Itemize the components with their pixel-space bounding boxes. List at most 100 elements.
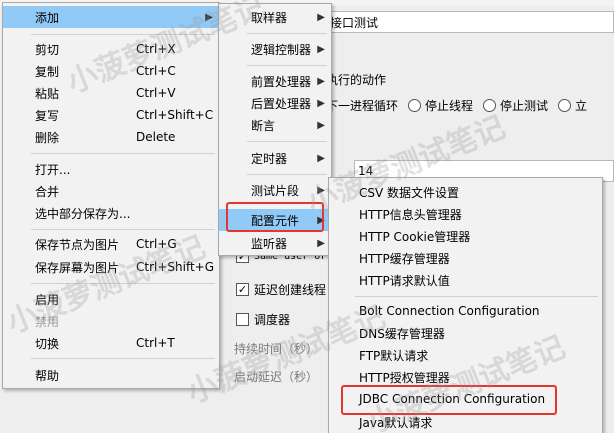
menu-item-add[interactable]: 添加 ▶: [3, 6, 219, 28]
chevron-right-icon: ▶: [317, 184, 325, 196]
submenu-item-post-processor[interactable]: 后置处理器 ▶: [219, 92, 331, 114]
thread-count-value: 14: [358, 164, 374, 178]
menu-item-paste[interactable]: 粘贴 Ctrl+V: [3, 82, 219, 104]
context-menu: 添加 ▶ 剪切 Ctrl+X 复制 Ctrl+C 粘贴 Ctrl+V 复写 Ct…: [2, 2, 220, 389]
menu-separator: [31, 283, 215, 284]
menu-item-label: 前置处理器: [251, 74, 312, 89]
checkbox-checked-icon: ✓: [236, 283, 249, 296]
submenu-item-test-fragment[interactable]: 测试片段 ▶: [219, 179, 331, 201]
submenu-item-pre-processor[interactable]: 前置处理器 ▶: [219, 70, 331, 92]
config-item-http-cache-manager[interactable]: HTTP缓存管理器: [329, 247, 602, 269]
radio-stop-test-label: 停止测试: [500, 99, 549, 113]
config-item-dns-cache-manager[interactable]: DNS缓存管理器: [329, 322, 602, 344]
chevron-right-icon: ▶: [317, 97, 325, 109]
menu-item-disable: 禁用: [3, 310, 219, 332]
menu-item-label: 定时器: [251, 151, 288, 166]
submenu-item-timer[interactable]: 定时器 ▶: [219, 147, 331, 169]
menu-item-help[interactable]: 帮助: [3, 364, 219, 386]
menu-separator: [31, 358, 215, 359]
menu-item-shortcut: Ctrl+X: [136, 42, 176, 56]
menu-item-label: FTP默认请求: [359, 348, 429, 363]
menu-item-shortcut: Ctrl+G: [136, 237, 177, 251]
config-item-http-request-defaults[interactable]: HTTP请求默认值: [329, 269, 602, 291]
menu-item-label: HTTP缓存管理器: [359, 251, 450, 266]
menu-item-save-node-image[interactable]: 保存节点为图片 Ctrl+G: [3, 233, 219, 255]
menu-item-label: 删除: [35, 130, 60, 145]
radio-stop-test[interactable]: 停止测试: [483, 97, 548, 114]
menu-item-duplicate[interactable]: 复写 Ctrl+Shift+C: [3, 104, 219, 126]
radio-circle-icon: [483, 99, 497, 112]
menu-separator: [355, 296, 598, 297]
radio-stop-now[interactable]: 立: [558, 97, 587, 114]
menu-item-toggle[interactable]: 切换 Ctrl+T: [3, 332, 219, 354]
radio-next-loop[interactable]: 下一进程循环: [326, 97, 398, 114]
delay-thread-creation-label: 延迟创建线程: [254, 283, 327, 297]
menu-item-shortcut: Ctrl+T: [136, 336, 175, 350]
menu-item-label: 选中部分保存为...: [35, 206, 131, 221]
menu-item-open[interactable]: 打开...: [3, 158, 219, 180]
radio-next-loop-label: 下一进程循环: [326, 99, 399, 113]
menu-item-shortcut: Ctrl+Shift+C: [136, 108, 214, 122]
config-item-ftp-request-defaults[interactable]: FTP默认请求: [329, 344, 602, 366]
menu-item-label: 测试片段: [251, 183, 300, 198]
menu-item-cut[interactable]: 剪切 Ctrl+X: [3, 38, 219, 60]
menu-separator: [247, 141, 327, 142]
config-item-http-cookie-manager[interactable]: HTTP Cookie管理器: [329, 225, 602, 247]
menu-item-shortcut: Ctrl+Shift+G: [136, 260, 215, 274]
menu-item-label: 剪切: [35, 42, 60, 57]
menu-item-label: 帮助: [35, 368, 60, 383]
jdbc-connection-highlight: [341, 385, 557, 415]
radio-circle-icon: [408, 99, 422, 112]
scheduler-checkbox[interactable]: 调度器: [236, 311, 290, 328]
menu-item-label: 逻辑控制器: [251, 42, 312, 57]
menu-item-label: 监听器: [251, 236, 288, 251]
menu-item-save-selection[interactable]: 选中部分保存为...: [3, 202, 219, 224]
startup-delay-label: 启动延迟（秒）: [234, 370, 319, 384]
menu-item-merge[interactable]: 合并: [3, 180, 219, 202]
menu-item-label: 复制: [35, 64, 60, 79]
radio-stop-thread-label: 停止线程: [425, 99, 474, 113]
menu-item-label: 复写: [35, 108, 60, 123]
config-element-highlight: [226, 202, 324, 232]
menu-separator: [31, 34, 215, 35]
delay-thread-creation-checkbox[interactable]: ✓ 延迟创建线程: [236, 281, 326, 298]
menu-item-enable[interactable]: 启用: [3, 288, 219, 310]
menu-item-label: HTTP请求默认值: [359, 273, 450, 288]
menu-item-label: 启用: [35, 292, 60, 307]
action-section-title: 执行的动作: [326, 73, 387, 87]
menu-separator: [31, 153, 215, 154]
menu-item-label: Bolt Connection Configuration: [359, 304, 540, 318]
menu-separator: [31, 229, 215, 230]
radio-stop-thread[interactable]: 停止线程: [408, 97, 473, 114]
submenu-item-sampler[interactable]: 取样器 ▶: [219, 6, 331, 28]
config-item-http-header-manager[interactable]: HTTP信息头管理器: [329, 203, 602, 225]
submenu-item-logic-controller[interactable]: 逻辑控制器 ▶: [219, 38, 331, 60]
menu-item-label: 切换: [35, 336, 60, 351]
menu-separator: [247, 33, 327, 34]
duration-label: 持续时间（秒）: [234, 342, 319, 356]
menu-item-label: 添加: [35, 10, 60, 25]
menu-item-save-screen-image[interactable]: 保存屏幕为图片 Ctrl+Shift+G: [3, 256, 219, 278]
radio-circle-icon: [558, 99, 572, 112]
chevron-right-icon: ▶: [317, 237, 325, 249]
chevron-right-icon: ▶: [317, 11, 325, 23]
menu-separator: [247, 174, 327, 175]
menu-separator: [247, 65, 327, 66]
config-item-bolt-connection[interactable]: Bolt Connection Configuration: [329, 300, 602, 322]
submenu-item-listener[interactable]: 监听器 ▶: [219, 232, 331, 254]
submenu-item-assertion[interactable]: 断言 ▶: [219, 114, 331, 136]
config-item-csv[interactable]: CSV 数据文件设置: [329, 181, 602, 203]
menu-item-label: 保存节点为图片: [35, 237, 120, 252]
checkbox-unchecked-icon: [236, 313, 249, 326]
chevron-right-icon: ▶: [317, 152, 325, 164]
radio-stop-now-label: 立: [575, 99, 588, 113]
menu-item-delete[interactable]: 删除 Delete: [3, 126, 219, 148]
menu-item-copy[interactable]: 复制 Ctrl+C: [3, 60, 219, 82]
chevron-right-icon: ▶: [317, 119, 325, 131]
menu-item-label: HTTP授权管理器: [359, 370, 450, 385]
chevron-right-icon: ▶: [205, 11, 213, 23]
menu-item-shortcut: Ctrl+V: [136, 86, 176, 100]
menu-item-label: 后置处理器: [251, 96, 312, 111]
menu-item-shortcut: Ctrl+C: [136, 64, 176, 78]
menu-item-label: 断言: [251, 118, 276, 133]
